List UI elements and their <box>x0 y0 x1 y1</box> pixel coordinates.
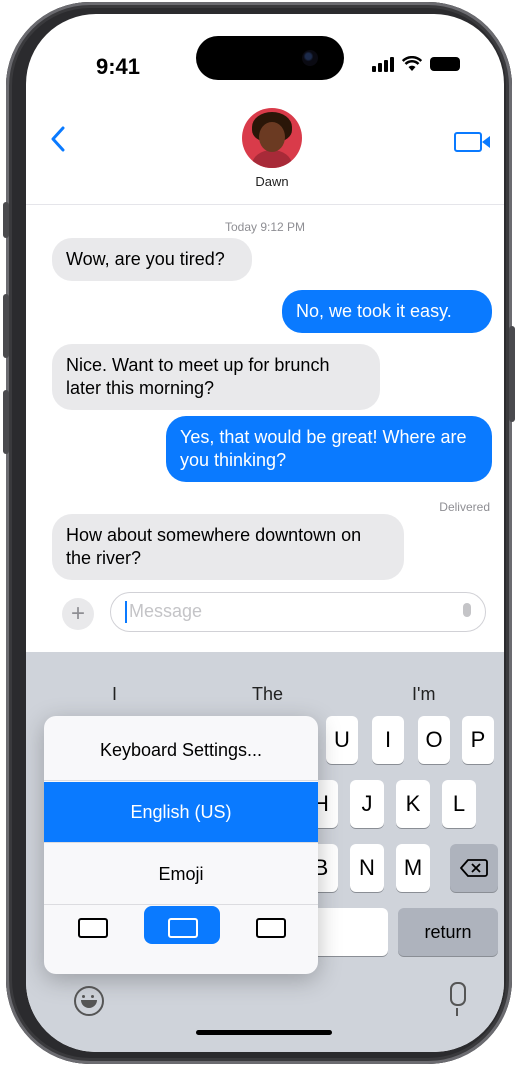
dictation-icon[interactable] <box>463 603 471 617</box>
volume-up-button <box>3 294 9 358</box>
text-caret <box>125 601 127 623</box>
message-bubble-outgoing[interactable]: No, we took it easy. <box>282 290 492 333</box>
full-keyboard-button[interactable] <box>144 906 220 944</box>
menu-item-english-us[interactable]: English (US) <box>44 782 318 842</box>
status-time: 9:41 <box>96 54 141 79</box>
contact-name[interactable]: Dawn <box>236 174 308 189</box>
video-call-icon[interactable] <box>454 132 482 152</box>
volume-down-button <box>3 390 9 454</box>
menu-divider <box>44 780 318 781</box>
keyboard-icon <box>168 918 198 938</box>
emoji-icon[interactable] <box>74 986 104 1016</box>
message-bubble-incoming[interactable]: How about somewhere downtown on the rive… <box>52 514 404 580</box>
delivered-status: Delivered <box>439 500 490 514</box>
chevron-left-icon <box>51 126 65 152</box>
prediction-2[interactable]: The <box>252 684 283 705</box>
signal-icon <box>372 56 394 72</box>
key-j[interactable]: J <box>350 780 384 828</box>
message-bubble-incoming[interactable]: Nice. Want to meet up for brunch later t… <box>52 344 380 410</box>
power-button <box>509 326 515 422</box>
prediction-3[interactable]: I'm <box>412 684 435 705</box>
key-k[interactable]: K <box>396 780 430 828</box>
menu-divider <box>44 842 318 843</box>
left-handed-keyboard-button[interactable] <box>72 906 110 944</box>
prediction-1[interactable]: I <box>112 684 117 705</box>
message-placeholder: Message <box>129 601 203 621</box>
message-bubble-incoming[interactable]: Wow, are you tired? <box>52 238 252 281</box>
key-i[interactable]: I <box>372 716 404 764</box>
back-button[interactable] <box>50 126 66 160</box>
phone-frame: 9:41 Dawn Today 9:12 PM Wow, are you tir… <box>3 2 515 1064</box>
home-indicator[interactable] <box>196 1030 332 1035</box>
message-input[interactable]: Message <box>110 592 486 632</box>
menu-divider <box>44 904 318 905</box>
right-handed-keyboard-button[interactable] <box>250 906 288 944</box>
keyboard-right-icon <box>256 918 286 938</box>
key-m[interactable]: M <box>396 844 430 892</box>
return-key[interactable]: return <box>398 908 498 956</box>
microphone-icon[interactable] <box>450 982 466 1016</box>
menu-item-keyboard-settings[interactable]: Keyboard Settings... <box>44 720 318 780</box>
key-p[interactable]: P <box>462 716 494 764</box>
dynamic-island <box>196 36 344 80</box>
camera-icon <box>302 50 318 66</box>
delete-key[interactable] <box>450 844 498 892</box>
wifi-icon <box>402 56 422 71</box>
contact-avatar[interactable] <box>242 108 302 168</box>
backspace-icon <box>460 859 488 877</box>
key-o[interactable]: O <box>418 716 450 764</box>
status-icons <box>372 56 460 72</box>
message-bubble-outgoing[interactable]: Yes, that would be great! Where are you … <box>166 416 492 482</box>
key-l[interactable]: L <box>442 780 476 828</box>
battery-icon <box>430 57 460 71</box>
add-attachment-button[interactable]: + <box>62 598 94 630</box>
screen: 9:41 Dawn Today 9:12 PM Wow, are you tir… <box>26 14 504 1052</box>
conversation-timestamp: Today 9:12 PM <box>224 220 306 234</box>
key-u[interactable]: U <box>326 716 358 764</box>
menu-item-emoji[interactable]: Emoji <box>44 844 318 904</box>
key-n[interactable]: N <box>350 844 384 892</box>
header-divider <box>26 204 504 205</box>
keyboard-left-icon <box>78 918 108 938</box>
action-button <box>3 202 9 238</box>
